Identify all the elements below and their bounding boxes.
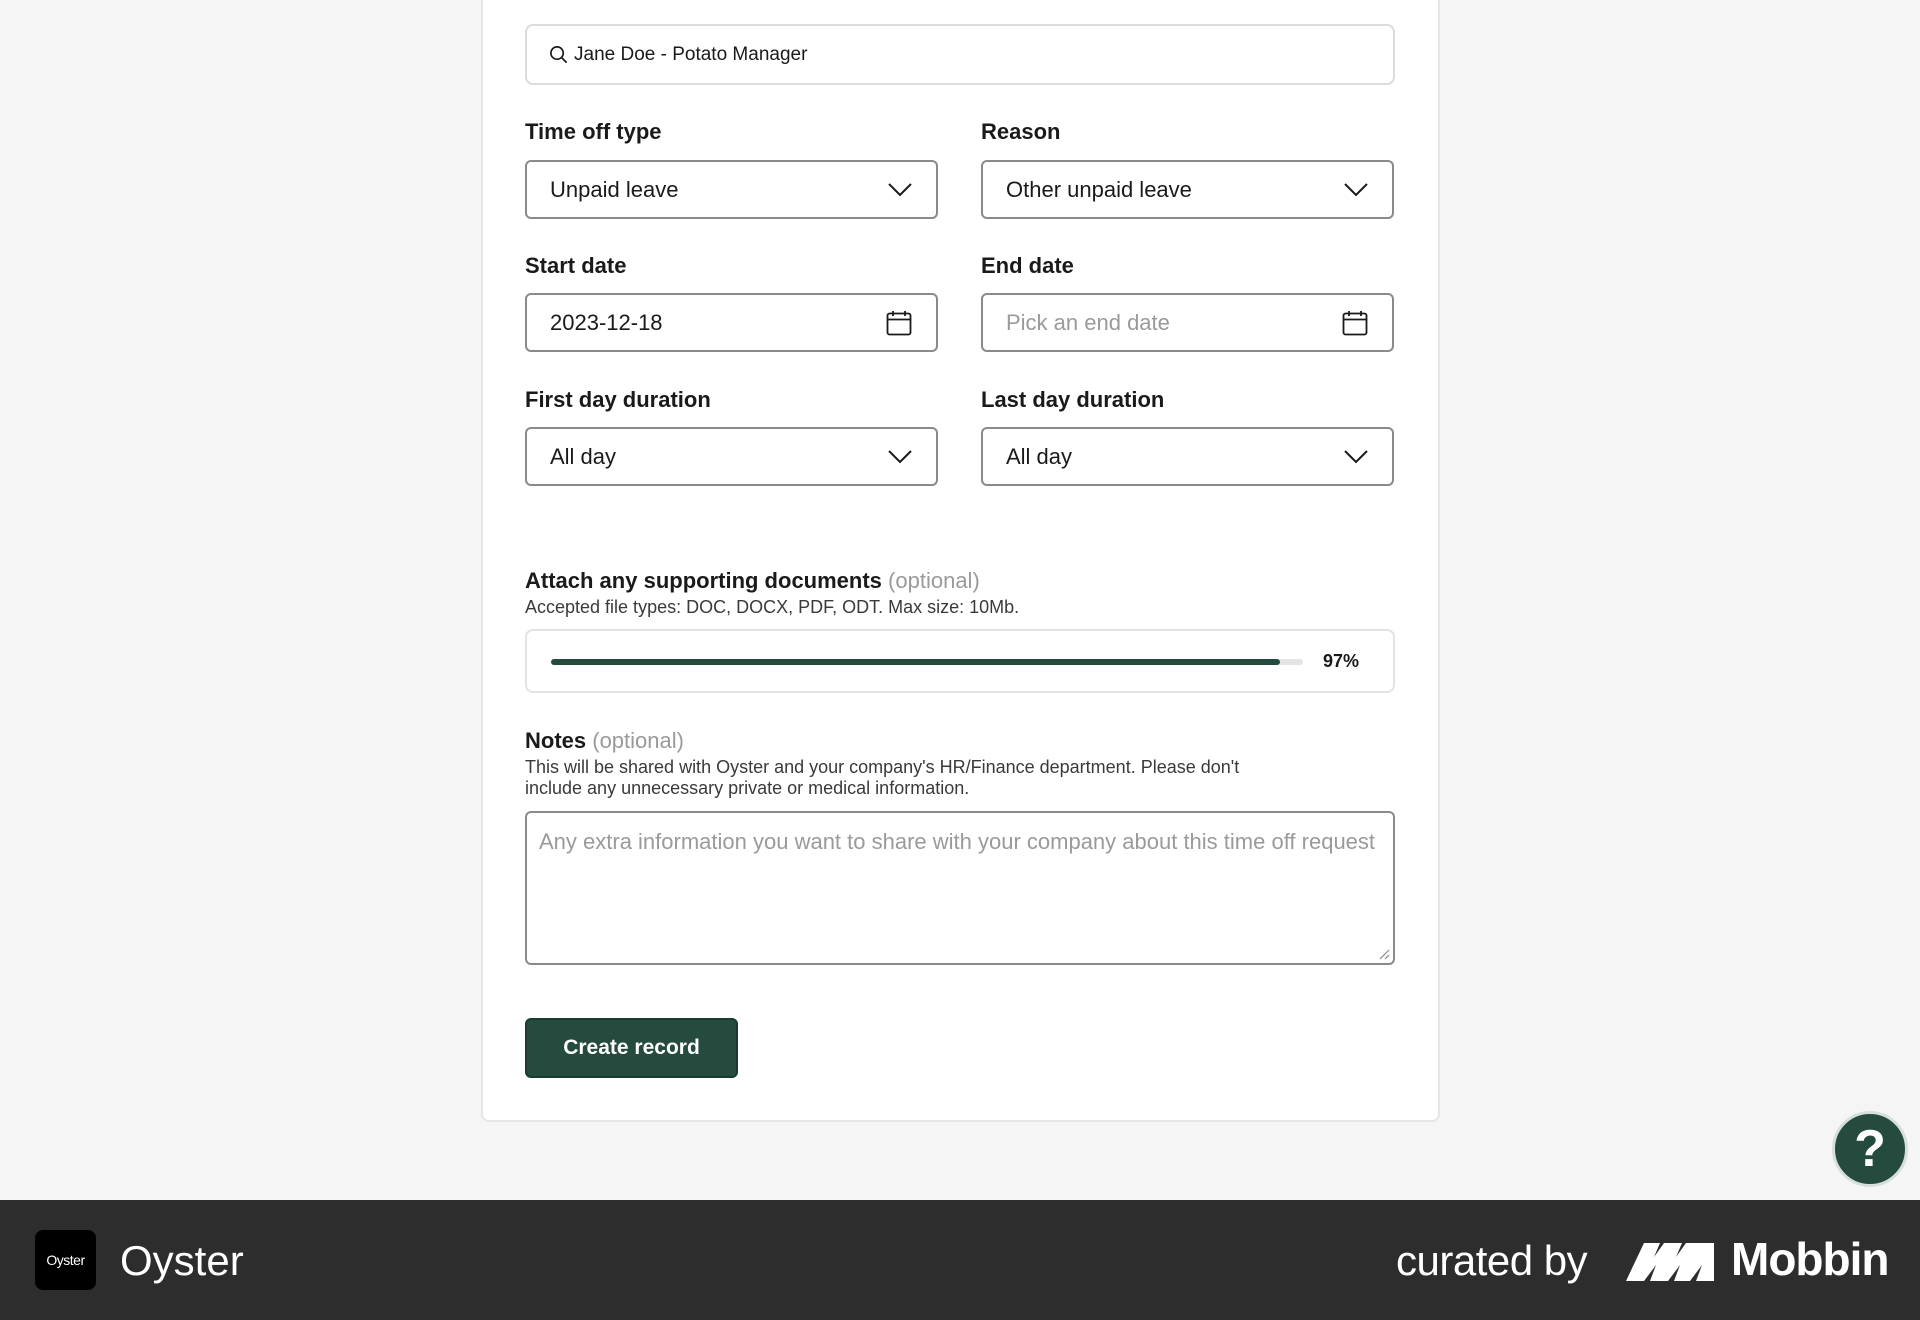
notes-textarea[interactable]: Any extra information you want to share …	[525, 811, 1395, 965]
last-day-duration-label: Last day duration	[981, 387, 1165, 412]
upload-dropzone[interactable]: 97%	[525, 629, 1395, 693]
notes-helper: This will be shared with Oyster and your…	[525, 757, 1239, 799]
employee-search-field[interactable]: Jane Doe - Potato Manager	[525, 24, 1395, 85]
reason-label: Reason	[981, 119, 1061, 144]
calendar-icon[interactable]	[886, 310, 912, 336]
mobbin-brand: Mobbin	[1731, 1233, 1889, 1285]
notes-helper-line-1: This will be shared with Oyster and your…	[525, 757, 1240, 777]
time-off-type-select[interactable]: Unpaid leave	[525, 160, 938, 219]
upload-progress-bar	[551, 659, 1303, 665]
end-date-input[interactable]: Pick an end date	[981, 293, 1394, 352]
reason-value: Other unpaid leave	[1006, 176, 1192, 202]
start-date-label: Start date	[525, 253, 627, 278]
start-date-value: 2023-12-18	[550, 309, 663, 335]
calendar-icon[interactable]	[1342, 310, 1368, 336]
footer-bar: Oyster Oyster curated by Mobbin	[0, 1200, 1920, 1320]
notes-optional-tag: (optional)	[592, 728, 684, 753]
chevron-down-icon	[1344, 182, 1368, 196]
mobbin-logo-icon	[1626, 1243, 1714, 1281]
chevron-down-icon	[888, 182, 912, 196]
notes-title: Notes (optional)	[525, 728, 684, 754]
notes-placeholder: Any extra information you want to share …	[539, 829, 1376, 854]
notes-helper-line-2: include any unnecessary private or medic…	[525, 778, 970, 798]
help-button[interactable]: ?	[1832, 1111, 1908, 1187]
last-day-duration-value: All day	[1006, 443, 1073, 469]
attachments-optional-tag: (optional)	[888, 568, 980, 593]
reason-select[interactable]: Other unpaid leave	[981, 160, 1394, 219]
app-name: Oyster	[120, 1237, 244, 1284]
start-date-input[interactable]: 2023-12-18	[525, 293, 938, 352]
employee-search-value: Jane Doe - Potato Manager	[574, 43, 808, 65]
resize-handle-icon[interactable]	[1378, 948, 1390, 960]
attachments-title: Attach any supporting documents (optiona…	[525, 568, 980, 594]
first-day-duration-value: All day	[550, 443, 617, 469]
time-off-type-label: Time off type	[525, 119, 662, 144]
upload-progress-fill	[551, 659, 1281, 665]
create-record-button[interactable]: Create record	[525, 1018, 738, 1078]
upload-progress-percent: 97%	[1323, 651, 1360, 671]
chevron-down-icon	[888, 449, 912, 463]
chevron-down-icon	[1344, 449, 1368, 463]
end-date-label: End date	[981, 253, 1074, 278]
first-day-duration-select[interactable]: All day	[525, 427, 938, 486]
oyster-logo: Oyster	[35, 1230, 96, 1290]
first-day-duration-label: First day duration	[525, 387, 711, 412]
time-off-type-value: Unpaid leave	[550, 176, 679, 202]
last-day-duration-select[interactable]: All day	[981, 427, 1394, 486]
curated-by-text: curated by	[1396, 1237, 1588, 1284]
attachments-helper: Accepted file types: DOC, DOCX, PDF, ODT…	[525, 597, 1020, 617]
attachments-title-text: Attach any supporting documents	[525, 568, 882, 593]
end-date-placeholder: Pick an end date	[1006, 309, 1170, 335]
search-icon	[550, 46, 567, 63]
notes-title-text: Notes	[525, 728, 587, 753]
